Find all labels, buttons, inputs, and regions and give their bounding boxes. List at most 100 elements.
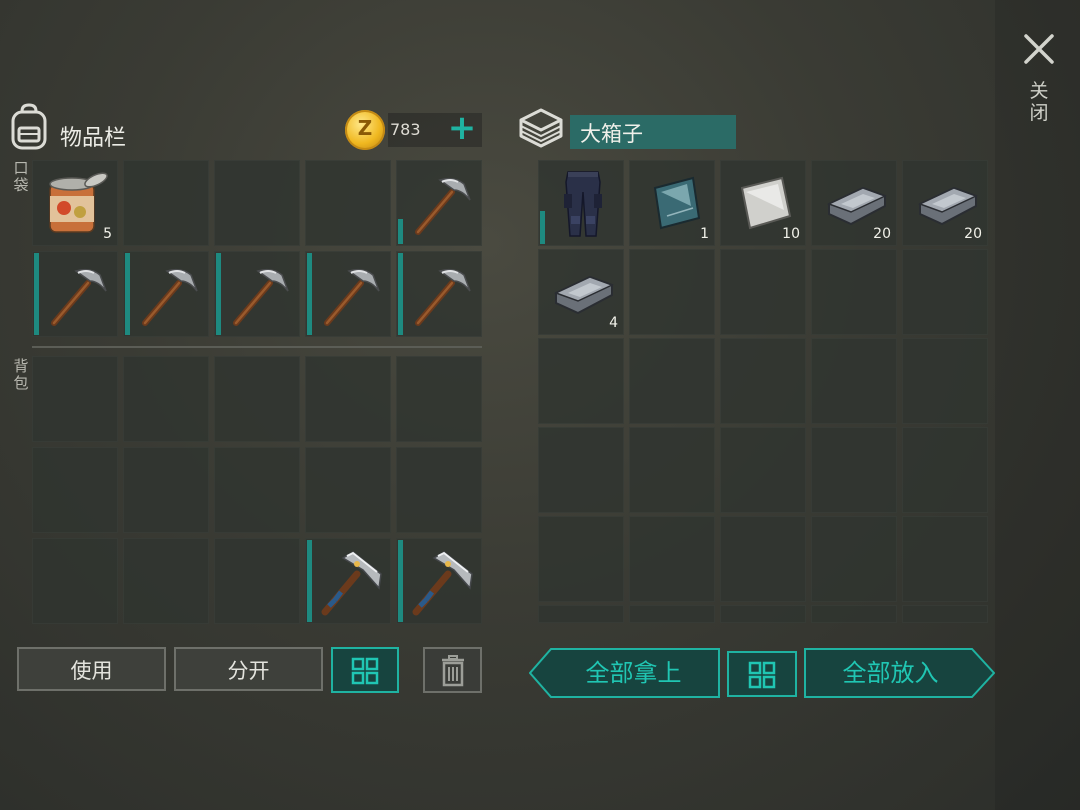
pocket-slot[interactable] — [214, 251, 300, 337]
chest-slot[interactable] — [538, 427, 624, 513]
chest-slot[interactable] — [629, 427, 715, 513]
backpack-slot[interactable] — [32, 538, 118, 624]
durability-bar — [398, 540, 403, 622]
chest-slot[interactable] — [811, 338, 897, 424]
item-count: 1 — [700, 226, 709, 242]
chest-slot[interactable] — [629, 516, 715, 602]
chest-slot[interactable] — [538, 516, 624, 602]
pocket-slot[interactable] — [305, 160, 391, 246]
chest-slot[interactable] — [720, 427, 806, 513]
chest-slot[interactable] — [902, 516, 988, 602]
iron-pickaxe-icon — [412, 551, 473, 616]
pickaxe-icon — [324, 268, 380, 326]
chest-slot[interactable] — [902, 249, 988, 335]
pickaxe-icon — [415, 268, 471, 326]
pickaxe-icon — [142, 268, 198, 326]
chest-slot[interactable] — [720, 249, 806, 335]
pickaxe-icon — [415, 177, 471, 235]
item-count: 5 — [103, 226, 112, 242]
chest-slot[interactable] — [538, 605, 624, 623]
durability-bar — [216, 253, 221, 335]
iron-pickaxe-icon — [321, 551, 382, 616]
glass-sheet-icon — [653, 176, 701, 230]
tin-can-icon — [49, 172, 108, 233]
chest-icon — [519, 108, 563, 148]
chest-slot[interactable]: 10 — [720, 160, 806, 246]
chest-slot[interactable] — [629, 338, 715, 424]
chest-slot[interactable] — [629, 249, 715, 335]
chest-slot[interactable] — [811, 427, 897, 513]
trash-icon — [441, 655, 464, 687]
backpack-slot[interactable] — [396, 356, 482, 442]
chest-slot[interactable]: 20 — [811, 160, 897, 246]
chest-title: 大箱子 — [580, 122, 643, 146]
split-button[interactable]: 分开 — [174, 647, 323, 691]
chest-slot[interactable] — [720, 338, 806, 424]
pocket-slot[interactable] — [214, 160, 300, 246]
backpack-slot[interactable] — [305, 538, 391, 624]
pocket-slot[interactable] — [123, 160, 209, 246]
trash-button[interactable] — [423, 647, 482, 693]
backpack-slot[interactable] — [305, 447, 391, 533]
chest-slot[interactable]: 20 — [902, 160, 988, 246]
backpack-slot[interactable] — [123, 538, 209, 624]
item-count: 10 — [782, 226, 800, 242]
backpack-slot[interactable] — [214, 447, 300, 533]
pocket-slot[interactable] — [32, 251, 118, 337]
backpack-slot[interactable] — [305, 356, 391, 442]
use-button[interactable]: 使用 — [17, 647, 166, 691]
sort-inventory-button[interactable] — [331, 647, 399, 693]
chest-slot[interactable] — [902, 338, 988, 424]
pocket-slot[interactable] — [396, 251, 482, 337]
take-all-button[interactable]: 全部拿上 — [529, 648, 720, 698]
item-count: 4 — [609, 315, 618, 331]
backpack-icon — [11, 103, 47, 150]
take-all-label: 全部拿上 — [585, 659, 682, 687]
backpack-slot[interactable] — [214, 356, 300, 442]
close-icon[interactable] — [1020, 30, 1058, 68]
chest-slot[interactable]: 1 — [629, 160, 715, 246]
durability-bar — [307, 540, 312, 622]
sort-chest-button[interactable] — [727, 651, 797, 697]
put-all-button[interactable]: 全部放入 — [804, 648, 995, 698]
durability-bar — [34, 253, 39, 335]
chest-slot[interactable] — [902, 427, 988, 513]
durability-bar — [398, 253, 403, 335]
chest-slot[interactable] — [538, 160, 624, 246]
grid-icon — [748, 661, 776, 689]
pocket-slot[interactable]: 5 — [32, 160, 118, 246]
put-all-label: 全部放入 — [842, 659, 939, 687]
chest-slot[interactable] — [720, 605, 806, 623]
inventory-title: 物品栏 — [60, 126, 127, 151]
chest-slot[interactable] — [811, 249, 897, 335]
pocket-slot[interactable] — [305, 251, 391, 337]
backpack-slot[interactable] — [396, 447, 482, 533]
iron-ingot-icon — [554, 275, 614, 315]
backpack-slot[interactable] — [32, 447, 118, 533]
backpack-slot[interactable] — [396, 538, 482, 624]
close-label[interactable]: 关闭 — [1026, 80, 1052, 124]
add-currency-button[interactable]: + — [447, 111, 477, 145]
durability-bar — [307, 253, 312, 335]
backpack-slot[interactable] — [214, 538, 300, 624]
backpack-slot[interactable] — [123, 356, 209, 442]
backpack-slot[interactable] — [32, 356, 118, 442]
chest-slot[interactable] — [538, 338, 624, 424]
backpack-label: 背包 — [13, 357, 29, 392]
section-divider — [32, 346, 482, 348]
chest-slot[interactable]: 4 — [538, 249, 624, 335]
chest-slot[interactable] — [720, 516, 806, 602]
pocket-slot[interactable] — [396, 160, 482, 246]
durability-bar — [398, 219, 403, 244]
chest-slot[interactable] — [811, 605, 897, 623]
pants-icon — [564, 171, 602, 237]
chest-slot[interactable] — [811, 516, 897, 602]
grid-icon — [351, 657, 379, 685]
item-count: 20 — [964, 226, 982, 242]
coin-icon: Z — [345, 110, 385, 150]
chest-slot[interactable] — [902, 605, 988, 623]
chest-slot[interactable] — [629, 605, 715, 623]
item-count: 20 — [873, 226, 891, 242]
pocket-slot[interactable] — [123, 251, 209, 337]
backpack-slot[interactable] — [123, 447, 209, 533]
